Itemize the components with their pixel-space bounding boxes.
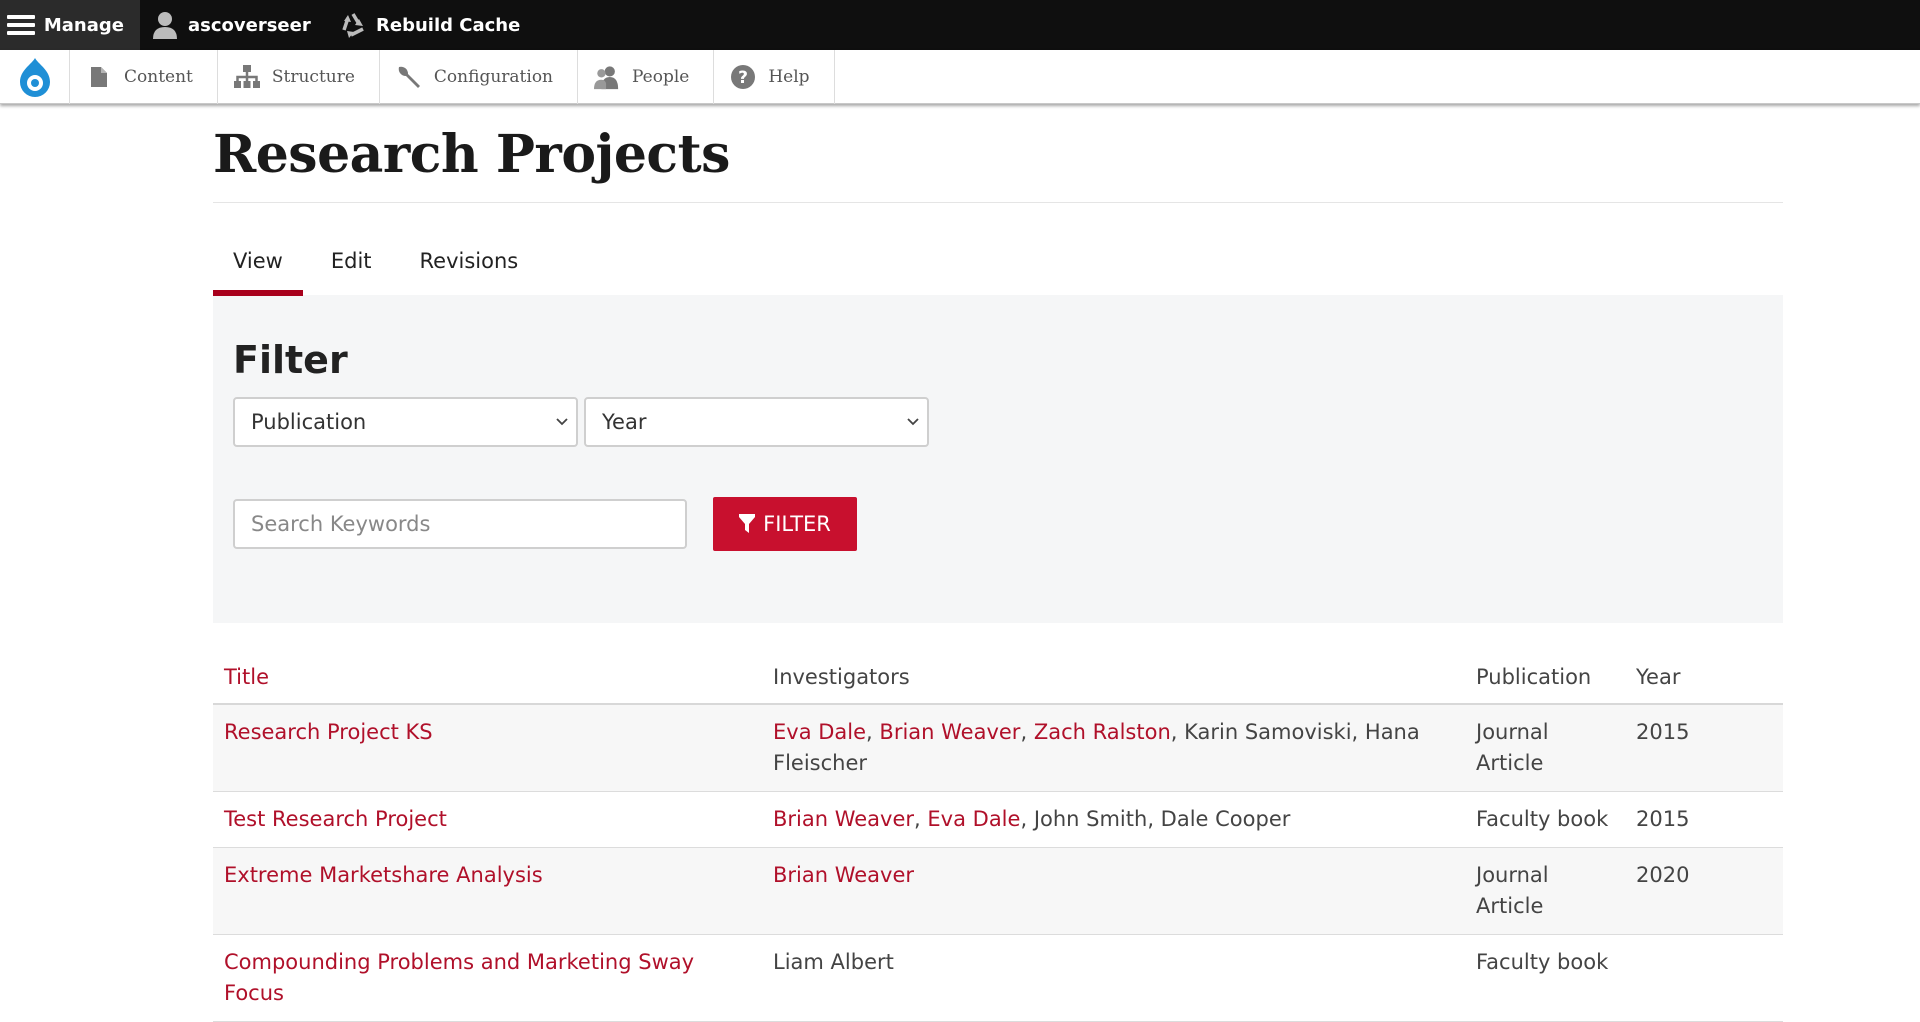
user-label: ascoverseer (188, 14, 311, 36)
publication-cell: Faculty book (1465, 934, 1625, 1022)
tray-item-people[interactable]: People (578, 50, 715, 104)
tray-item-label: People (632, 67, 690, 87)
year-cell (1625, 934, 1783, 1022)
people-icon (594, 64, 620, 90)
tab-revisions[interactable]: Revisions (400, 247, 539, 295)
page-title: Research Projects (213, 124, 730, 185)
project-title-link[interactable]: Compounding Problems and Marketing Sway … (224, 950, 694, 1005)
tray-item-label: Help (768, 67, 810, 87)
publication-cell: Faculty book (1465, 791, 1625, 848)
tab-view[interactable]: View (213, 247, 303, 296)
investigator-link[interactable]: Eva Dale (773, 720, 866, 744)
column-header-publication: Publication (1465, 653, 1625, 705)
investigator-text: Liam Albert (773, 950, 894, 974)
year-cell: 2020 (1625, 847, 1783, 935)
year-cell: 2015 (1625, 704, 1783, 792)
investigator-link[interactable]: Zach Ralston (1034, 720, 1171, 744)
project-title-link[interactable]: Test Research Project (224, 807, 447, 831)
filter-heading: Filter (233, 338, 348, 382)
title-divider (213, 202, 1783, 203)
tray-item-label: Configuration (433, 67, 553, 87)
rebuild-label: Rebuild Cache (376, 14, 521, 36)
recycle-icon (338, 10, 368, 40)
svg-text:?: ? (738, 68, 748, 88)
investigators-cell: Liam Albert (762, 934, 1465, 1022)
table-row: Extreme Marketshare Analysis Brian Weave… (213, 847, 1783, 935)
investigators-cell: Brian Weaver, Eva Dale, John Smith, Dale… (762, 791, 1465, 848)
table-row: Compounding Problems and Marketing Sway … (213, 934, 1783, 1022)
column-header-year: Year (1625, 653, 1783, 705)
year-cell: 2015 (1625, 791, 1783, 848)
chevron-down-icon (907, 414, 919, 430)
tray-item-content[interactable]: Content (70, 50, 218, 104)
filter-panel: Filter Publication Year FILTER (213, 295, 1783, 623)
tray-item-configuration[interactable]: Configuration (380, 50, 578, 104)
local-tasks-tabs: View Edit Revisions (213, 247, 1783, 296)
investigators-cell: Eva Dale, Brian Weaver, Zach Ralston, Ka… (762, 704, 1465, 792)
table-header-row: Title Investigators Publication Year (213, 653, 1783, 705)
tray-item-structure[interactable]: Structure (218, 50, 380, 104)
project-title-link[interactable]: Research Project KS (224, 720, 433, 744)
investigator-text: John Smith, Dale Cooper (1033, 807, 1291, 831)
investigator-link[interactable]: Brian Weaver (773, 863, 914, 887)
user-icon (150, 10, 180, 40)
user-menu-button[interactable]: ascoverseer (0, 0, 327, 50)
funnel-icon (739, 514, 756, 534)
investigators-cell: Brian Weaver (762, 847, 1465, 935)
tray-item-label: Structure (271, 67, 355, 87)
investigator-link[interactable]: Brian Weaver (879, 720, 1020, 744)
investigator-link[interactable]: Brian Weaver (773, 807, 914, 831)
rebuild-cache-button[interactable]: Rebuild Cache (330, 0, 536, 50)
table-row: Research Project KS Eva Dale, Brian Weav… (213, 704, 1783, 792)
column-header-investigators: Investigators (762, 653, 1465, 705)
publication-cell: Journal Article (1465, 704, 1625, 792)
publication-select-value: Publication (251, 410, 367, 434)
chevron-down-icon (556, 414, 568, 430)
filter-button[interactable]: FILTER (713, 497, 857, 551)
filter-button-label: FILTER (763, 512, 831, 536)
search-keywords-input[interactable] (233, 499, 687, 549)
admin-toolbar: Manage ascoverseer Rebuild Cache (0, 0, 1920, 50)
table-row: Test Research Project Brian Weaver, Eva … (213, 791, 1783, 848)
admin-tray: Content Structure Configuration People ?… (0, 50, 1920, 104)
wrench-icon (396, 64, 422, 90)
research-projects-table: Title Investigators Publication Year Res… (213, 653, 1783, 1022)
file-icon (86, 64, 112, 90)
drupal-logo-icon[interactable] (0, 50, 70, 104)
year-select[interactable]: Year (584, 397, 929, 447)
investigator-link[interactable]: Eva Dale (927, 807, 1020, 831)
project-title-link[interactable]: Extreme Marketshare Analysis (224, 863, 543, 887)
publication-select[interactable]: Publication (233, 397, 578, 447)
help-icon: ? (730, 64, 756, 90)
tab-edit[interactable]: Edit (311, 247, 392, 295)
column-header-title[interactable]: Title (213, 653, 762, 705)
tray-item-label: Content (124, 67, 193, 87)
main-content: Research Projects View Edit Revisions Fi… (213, 104, 1783, 1022)
sitemap-icon (233, 64, 260, 90)
publication-cell: Journal Article (1465, 847, 1625, 935)
tray-item-help[interactable]: ? Help (714, 50, 835, 104)
year-select-value: Year (602, 410, 647, 434)
